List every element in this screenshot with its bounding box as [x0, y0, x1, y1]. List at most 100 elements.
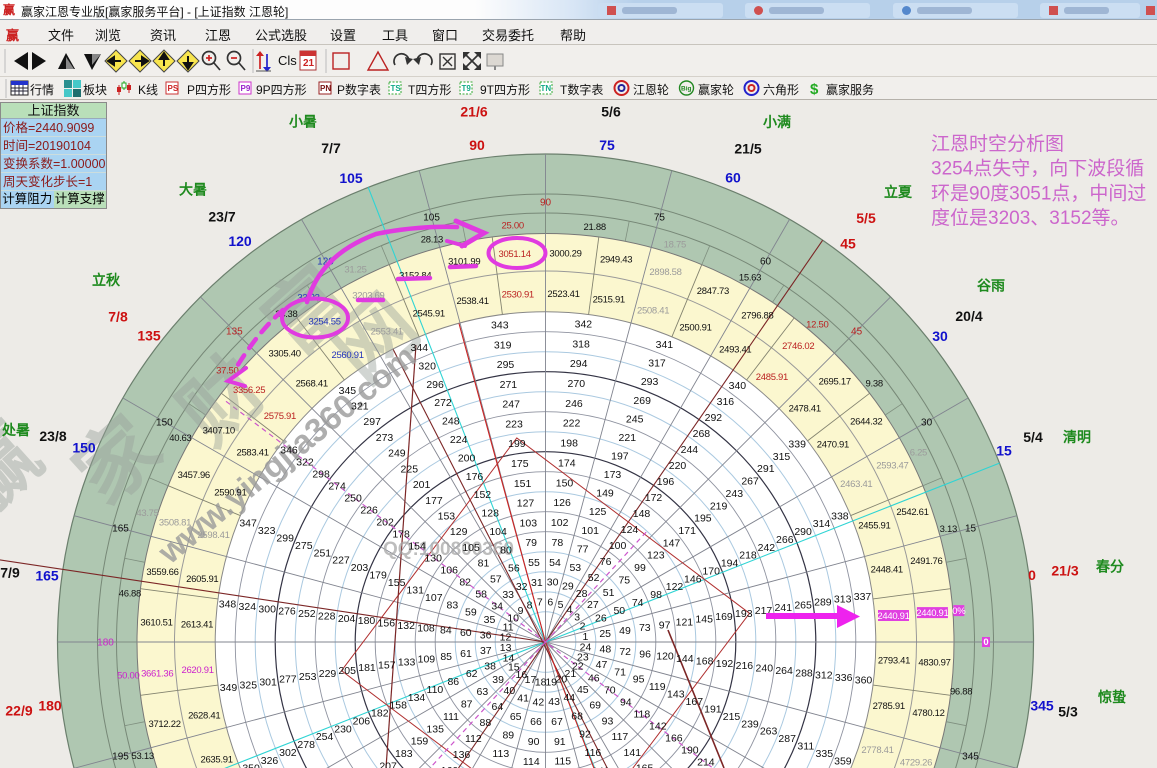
svg-text:297: 297 [363, 416, 381, 428]
svg-text:度位是3203、3152等。: 度位是3203、3152等。 [931, 207, 1130, 229]
svg-text:Cls: Cls [278, 53, 297, 68]
svg-text:172: 172 [645, 492, 663, 504]
svg-text:180: 180 [97, 638, 114, 649]
svg-text:31: 31 [531, 577, 543, 589]
svg-text:230: 230 [334, 723, 352, 735]
svg-text:300: 300 [258, 603, 276, 615]
svg-text:315: 315 [773, 451, 791, 463]
svg-text:7: 7 [537, 597, 543, 609]
svg-text:小满: 小满 [763, 114, 791, 130]
svg-text:88: 88 [480, 717, 492, 729]
svg-text:229: 229 [319, 668, 337, 680]
svg-text:处暑: 处暑 [1, 422, 30, 438]
svg-text:2500.91: 2500.91 [679, 322, 711, 333]
svg-text:47: 47 [596, 659, 608, 671]
svg-text:154: 154 [408, 541, 426, 553]
svg-text:101: 101 [581, 525, 599, 537]
svg-text:41: 41 [517, 693, 529, 705]
svg-text:53: 53 [569, 562, 581, 574]
svg-text:45: 45 [577, 684, 589, 696]
svg-text:318: 318 [572, 338, 590, 350]
svg-text:313: 313 [834, 594, 852, 606]
svg-text:25.00: 25.00 [502, 220, 524, 231]
svg-text:83: 83 [447, 599, 459, 611]
svg-text:253: 253 [299, 671, 317, 683]
svg-text:126: 126 [553, 497, 571, 509]
svg-text:135: 135 [137, 328, 161, 344]
svg-text:198: 198 [560, 438, 578, 450]
svg-text:谷雨: 谷雨 [977, 278, 1005, 294]
svg-text:320: 320 [418, 361, 436, 373]
svg-text:环是90度3051点，中间过: 环是90度3051点，中间过 [931, 182, 1146, 204]
svg-text:105: 105 [462, 542, 480, 554]
svg-text:15: 15 [965, 524, 977, 535]
svg-text:319: 319 [494, 339, 512, 351]
svg-text:90: 90 [528, 736, 540, 748]
svg-text:178: 178 [392, 529, 410, 541]
svg-text:195: 195 [112, 751, 129, 762]
svg-text:46: 46 [588, 673, 600, 685]
svg-text:112: 112 [465, 733, 482, 745]
svg-text:96: 96 [639, 648, 651, 660]
svg-text:196: 196 [657, 476, 675, 488]
svg-text:346: 346 [280, 445, 298, 457]
svg-text:216: 216 [736, 660, 754, 672]
svg-text:299: 299 [276, 532, 294, 544]
svg-text:180: 180 [38, 697, 62, 713]
svg-text:2898.58: 2898.58 [649, 267, 681, 278]
svg-text:7/8: 7/8 [108, 309, 128, 325]
svg-text:202: 202 [376, 517, 394, 529]
svg-text:296: 296 [426, 379, 444, 391]
svg-text:2553.41: 2553.41 [371, 327, 403, 338]
svg-text:228: 228 [318, 610, 336, 622]
svg-text:116: 116 [585, 747, 602, 759]
svg-text:265: 265 [794, 599, 812, 611]
svg-text:120: 120 [656, 651, 674, 663]
svg-text:268: 268 [693, 428, 711, 440]
svg-text:15.63: 15.63 [739, 272, 761, 283]
svg-text:72: 72 [619, 646, 631, 658]
svg-text:96.88: 96.88 [950, 687, 972, 698]
svg-text:214: 214 [697, 757, 715, 768]
svg-text:66: 66 [530, 716, 542, 728]
svg-text:271: 271 [500, 379, 518, 391]
svg-text:24: 24 [580, 641, 592, 653]
svg-text:117: 117 [612, 731, 629, 743]
svg-text:2463.41: 2463.41 [840, 479, 872, 490]
svg-text:3356.25: 3356.25 [233, 385, 265, 396]
svg-text:105: 105 [423, 213, 440, 224]
svg-text:42: 42 [533, 696, 545, 708]
svg-text:323: 323 [258, 525, 276, 537]
svg-text:3.13: 3.13 [940, 524, 957, 535]
svg-text:61: 61 [460, 648, 472, 660]
svg-text:203: 203 [351, 562, 369, 574]
svg-text:322: 322 [296, 457, 314, 469]
svg-text:249: 249 [388, 448, 406, 460]
svg-text:325: 325 [240, 679, 258, 691]
svg-text:82: 82 [459, 576, 471, 588]
svg-text:PN: PN [320, 84, 331, 93]
svg-text:35: 35 [484, 614, 496, 626]
svg-text:133: 133 [398, 657, 416, 669]
svg-text:20/4: 20/4 [955, 308, 982, 324]
svg-text:3457.96: 3457.96 [178, 470, 210, 481]
svg-text:201: 201 [413, 479, 431, 491]
svg-text:2508.41: 2508.41 [637, 306, 669, 317]
svg-text:316: 316 [717, 396, 735, 408]
svg-text:2695.17: 2695.17 [819, 377, 851, 388]
svg-text:92: 92 [579, 729, 591, 741]
svg-text:122: 122 [666, 581, 684, 593]
svg-text:2523.41: 2523.41 [547, 289, 579, 300]
svg-text:100: 100 [609, 540, 627, 552]
svg-text:75: 75 [654, 213, 666, 224]
svg-text:79: 79 [525, 537, 537, 549]
svg-text:2593.47: 2593.47 [876, 460, 908, 471]
svg-text:2568.41: 2568.41 [296, 378, 328, 389]
svg-text:110: 110 [427, 684, 444, 696]
svg-text:335: 335 [816, 748, 834, 760]
svg-text:8: 8 [527, 600, 533, 612]
svg-text:245: 245 [626, 413, 644, 425]
svg-text:336: 336 [835, 672, 853, 684]
svg-text:40.63: 40.63 [169, 433, 191, 444]
svg-text:288: 288 [795, 667, 813, 679]
